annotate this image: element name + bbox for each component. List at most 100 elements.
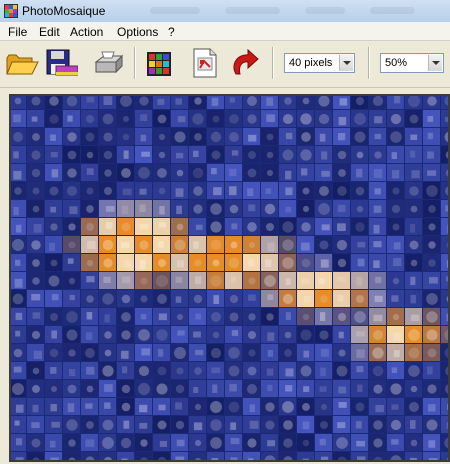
app-logo-icon [4, 4, 18, 18]
mosaic-tile-motif [337, 150, 347, 160]
mosaic-tile-motif [193, 386, 199, 393]
mosaic-tile-motif [266, 151, 274, 159]
mosaic-tile-motif [229, 204, 239, 214]
mosaic-tile-motif [282, 239, 294, 251]
mosaic-tile-motif [229, 312, 239, 322]
mosaic-tile-motif [157, 294, 167, 304]
mosaic-tile-motif [391, 152, 398, 159]
app-window: PhotoMosaique File Edit Action Options ? [0, 0, 450, 464]
mosaic-tile-motif [320, 259, 329, 268]
mosaic-tile-motif [14, 187, 22, 195]
tile-size-select[interactable]: 40 pixels [284, 53, 355, 73]
mosaic-tile-motif [121, 402, 131, 412]
mosaic-tile-motif [230, 241, 238, 249]
mosaic-tile-motif [285, 368, 294, 377]
mosaic-tile-motif [174, 239, 186, 251]
mosaic-tile-motif [32, 133, 40, 141]
mosaic-tile-motif [51, 330, 58, 339]
mosaic-tile-motif [210, 275, 222, 287]
mosaic-tile-motif [31, 96, 41, 106]
mosaic-tile-motif [301, 168, 308, 176]
undo-button[interactable] [226, 46, 262, 80]
mosaic-tile-motif [391, 439, 399, 445]
print-icon [94, 51, 124, 74]
menu-options[interactable]: Options [117, 25, 158, 39]
mosaic-tile-motif [426, 419, 438, 431]
mosaic-tile-motif [140, 295, 148, 303]
mosaic-tile-motif [157, 366, 167, 376]
mosaic-tile-motif [426, 311, 438, 323]
mosaic-tile-motif [267, 384, 273, 392]
mosaic-tile-motif [50, 367, 57, 374]
mosaic-tile-motif [33, 224, 42, 233]
print-button[interactable] [90, 46, 126, 80]
mosaic-tile [441, 452, 448, 460]
mosaic-tile-motif [210, 239, 222, 251]
mosaic-tile-motif [373, 420, 383, 430]
mosaic-tile-motif [318, 185, 330, 197]
mosaic-tile-motif [285, 278, 291, 286]
mosaic-tile-motif [174, 347, 186, 359]
mosaic-tile-motif [104, 187, 112, 195]
mosaic-tile-motif [228, 401, 240, 413]
menu-edit[interactable]: Edit [39, 25, 60, 39]
mosaic-tile-motif [302, 403, 310, 411]
mosaic-tile-motif [193, 241, 199, 249]
mosaic-tile-motif [176, 169, 184, 177]
menu-action[interactable]: Action [70, 25, 103, 39]
image-button[interactable] [186, 46, 222, 80]
mosaic-canvas[interactable] [9, 94, 450, 462]
mosaic-tile-motif [428, 458, 438, 460]
mosaic-tile-motif [49, 186, 59, 196]
mosaic-tile-motif [141, 151, 150, 157]
mosaic-tile-motif [158, 241, 164, 248]
mosaic-tile-motif [267, 349, 274, 357]
menu-file[interactable]: File [8, 25, 27, 39]
open-button[interactable] [4, 46, 40, 80]
mosaic-tile-motif [391, 204, 401, 214]
save-button[interactable] [42, 46, 79, 80]
title-bar[interactable]: PhotoMosaique [0, 0, 450, 23]
mosaic-tile-motif [156, 383, 168, 395]
palette-button[interactable] [142, 46, 178, 80]
mosaic-tile-motif [213, 187, 222, 196]
mosaic-tile-motif [121, 366, 128, 374]
toolbar-separator [272, 47, 274, 79]
mosaic-tile-motif [139, 240, 149, 250]
mosaic-tile-motif [320, 456, 329, 460]
mosaic-tile-motif [266, 133, 274, 141]
mosaic-tile-motif [121, 242, 130, 249]
mosaic-image [11, 96, 448, 460]
chevron-down-icon[interactable] [339, 55, 353, 71]
mosaic-tile-motif [356, 205, 364, 213]
mosaic-tile-motif [177, 260, 184, 268]
mosaic-tile-motif [426, 185, 438, 197]
mosaic-tile-motif [409, 114, 419, 124]
menu-help[interactable]: ? [168, 25, 175, 39]
mosaic-tile-motif [122, 205, 129, 215]
zoom-select[interactable]: 50% [380, 53, 444, 73]
mosaic-tile-motif [102, 419, 114, 431]
mosaic-tile-motif [228, 365, 240, 377]
mosaic-tile-motif [103, 96, 113, 106]
mosaic-tile-motif [51, 421, 60, 428]
mosaic-tile-motif [50, 259, 58, 267]
mosaic-tile-motif [267, 294, 274, 300]
mosaic-tile-motif [87, 241, 96, 250]
mosaic-tile-motif [426, 293, 438, 305]
mosaic-tile-motif [102, 239, 114, 251]
mosaic-tile-motif [85, 332, 93, 340]
mosaic-tile-motif [356, 456, 366, 460]
chevron-down-icon[interactable] [428, 55, 442, 71]
mosaic-tile-motif [104, 349, 112, 357]
mosaic-tile-motif [120, 437, 132, 449]
mosaic-tile-motif [85, 403, 93, 409]
mosaic-tile-motif [372, 329, 384, 341]
mosaic-tile-motif [247, 222, 257, 232]
mosaic-tile-motif [393, 242, 401, 250]
mosaic-tile-motif [336, 437, 348, 449]
mosaic-tile-motif [193, 294, 203, 304]
mosaic-tile-motif [267, 440, 276, 447]
mosaic-tile-motif [85, 114, 95, 124]
mosaic-tile-motif [319, 438, 326, 446]
